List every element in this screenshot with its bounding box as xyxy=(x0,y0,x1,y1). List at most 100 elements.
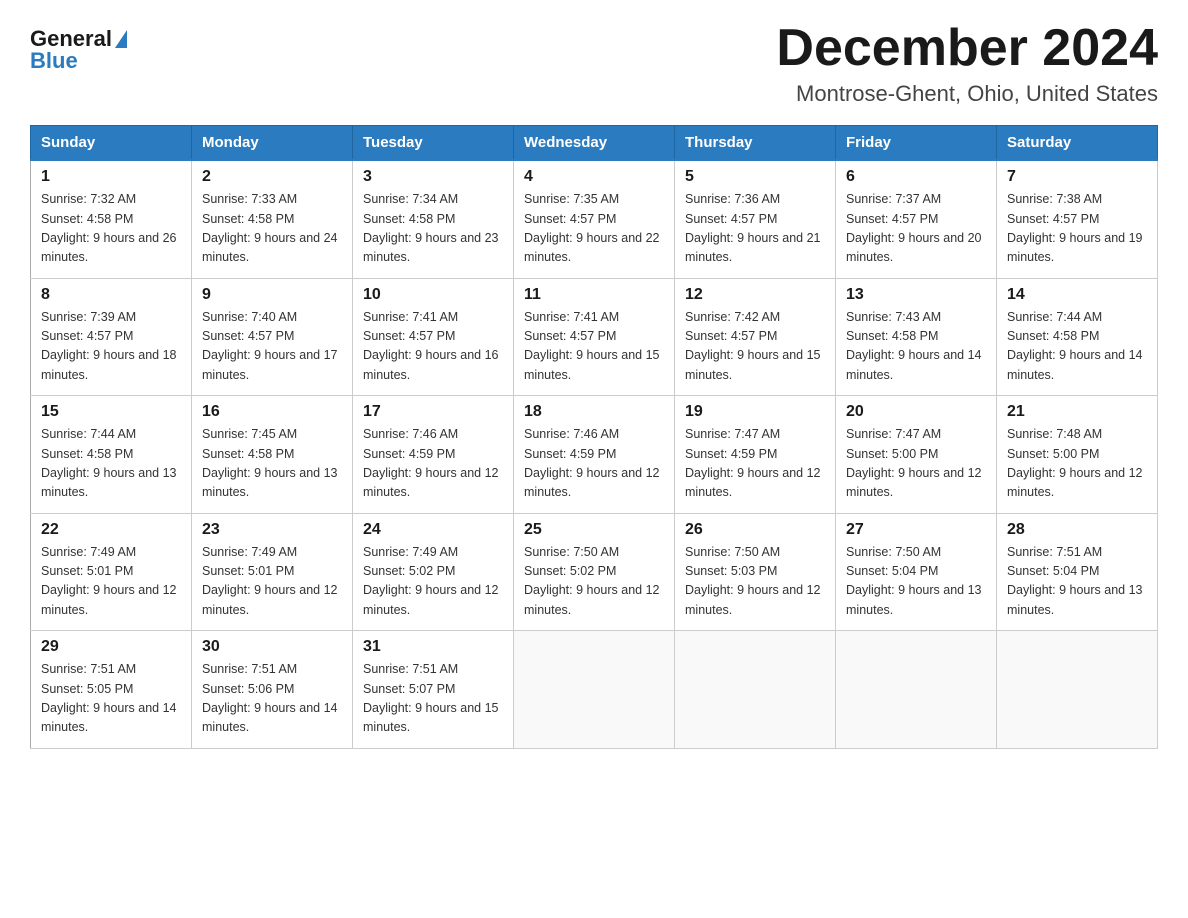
day-number: 29 xyxy=(41,638,181,656)
day-number: 30 xyxy=(202,638,342,656)
calendar-day-cell: 10 Sunrise: 7:41 AMSunset: 4:57 PMDayligh… xyxy=(353,278,514,396)
logo-triangle-icon xyxy=(115,30,127,48)
header-friday: Friday xyxy=(836,126,997,161)
logo-blue-text: Blue xyxy=(30,50,78,72)
calendar-day-cell: 22 Sunrise: 7:49 AMSunset: 5:01 PMDayligh… xyxy=(31,513,192,631)
calendar-day-cell: 6Sunrise: 7:37 AMSunset: 4:57 PMDaylight… xyxy=(836,160,997,278)
day-number: 17 xyxy=(363,403,503,421)
calendar-day-cell: 4Sunrise: 7:35 AMSunset: 4:57 PMDaylight… xyxy=(514,160,675,278)
day-number: 3 xyxy=(363,168,503,186)
calendar-day-cell: 14 Sunrise: 7:44 AMSunset: 4:58 PMDayligh… xyxy=(997,278,1158,396)
calendar-day-cell: 27 Sunrise: 7:50 AMSunset: 5:04 PMDayligh… xyxy=(836,513,997,631)
day-number: 28 xyxy=(1007,521,1147,539)
day-number: 27 xyxy=(846,521,986,539)
calendar-day-cell: 28Sunrise: 7:51 AMSunset: 5:04 PMDayligh… xyxy=(997,513,1158,631)
calendar-day-cell: 8Sunrise: 7:39 AMSunset: 4:57 PMDaylight… xyxy=(31,278,192,396)
day-number: 16 xyxy=(202,403,342,421)
day-number: 15 xyxy=(41,403,181,421)
calendar-day-cell xyxy=(514,631,675,749)
day-number: 31 xyxy=(363,638,503,656)
header-saturday: Saturday xyxy=(997,126,1158,161)
day-number: 18 xyxy=(524,403,664,421)
calendar-day-cell: 17 Sunrise: 7:46 AMSunset: 4:59 PMDayligh… xyxy=(353,396,514,514)
title-block: December 2024 Montrose-Ghent, Ohio, Unit… xyxy=(776,20,1158,107)
calendar-day-cell: 19Sunrise: 7:47 AMSunset: 4:59 PMDayligh… xyxy=(675,396,836,514)
calendar-day-cell: 18 Sunrise: 7:46 AMSunset: 4:59 PMDayligh… xyxy=(514,396,675,514)
calendar-table: Sunday Monday Tuesday Wednesday Thursday… xyxy=(30,125,1158,749)
day-number: 14 xyxy=(1007,286,1147,304)
header-monday: Monday xyxy=(192,126,353,161)
day-number: 4 xyxy=(524,168,664,186)
day-number: 22 xyxy=(41,521,181,539)
day-info: Sunrise: 7:44 AMSunset: 4:58 PMDaylight:… xyxy=(41,425,181,503)
page-title: December 2024 xyxy=(776,20,1158,77)
calendar-day-cell xyxy=(836,631,997,749)
day-info: Sunrise: 7:40 AMSunset: 4:57 PMDaylight:… xyxy=(202,308,342,386)
calendar-day-cell: 31 Sunrise: 7:51 AMSunset: 5:07 PMDayligh… xyxy=(353,631,514,749)
day-number: 11 xyxy=(524,286,664,304)
day-info: Sunrise: 7:47 AMSunset: 5:00 PMDaylight:… xyxy=(846,425,986,503)
weekday-header-row: Sunday Monday Tuesday Wednesday Thursday… xyxy=(31,126,1158,161)
day-number: 10 xyxy=(363,286,503,304)
day-info: Sunrise: 7:34 AMSunset: 4:58 PMDaylight:… xyxy=(363,190,503,268)
day-number: 23 xyxy=(202,521,342,539)
day-info: Sunrise: 7:46 AMSunset: 4:59 PMDaylight:… xyxy=(524,425,664,503)
day-number: 13 xyxy=(846,286,986,304)
day-info: Sunrise: 7:41 AMSunset: 4:57 PMDaylight:… xyxy=(363,308,503,386)
calendar-day-cell: 21Sunrise: 7:48 AMSunset: 5:00 PMDayligh… xyxy=(997,396,1158,514)
calendar-day-cell: 1 Sunrise: 7:32 AMSunset: 4:58 PMDaylight… xyxy=(31,160,192,278)
calendar-day-cell: 29 Sunrise: 7:51 AMSunset: 5:05 PMDayligh… xyxy=(31,631,192,749)
day-info: Sunrise: 7:51 AMSunset: 5:07 PMDaylight:… xyxy=(363,660,503,738)
calendar-day-cell: 24Sunrise: 7:49 AMSunset: 5:02 PMDayligh… xyxy=(353,513,514,631)
calendar-header: Sunday Monday Tuesday Wednesday Thursday… xyxy=(31,126,1158,161)
calendar-day-cell: 26 Sunrise: 7:50 AMSunset: 5:03 PMDayligh… xyxy=(675,513,836,631)
calendar-day-cell: 30 Sunrise: 7:51 AMSunset: 5:06 PMDayligh… xyxy=(192,631,353,749)
day-number: 1 xyxy=(41,168,181,186)
calendar-day-cell: 23Sunrise: 7:49 AMSunset: 5:01 PMDayligh… xyxy=(192,513,353,631)
day-number: 21 xyxy=(1007,403,1147,421)
day-info: Sunrise: 7:46 AMSunset: 4:59 PMDaylight:… xyxy=(363,425,503,503)
page-header: General Blue December 2024 Montrose-Ghen… xyxy=(30,20,1158,107)
day-number: 9 xyxy=(202,286,342,304)
day-info: Sunrise: 7:43 AMSunset: 4:58 PMDaylight:… xyxy=(846,308,986,386)
logo: General Blue xyxy=(30,20,127,72)
page-subtitle: Montrose-Ghent, Ohio, United States xyxy=(776,81,1158,107)
calendar-week-row: 8Sunrise: 7:39 AMSunset: 4:57 PMDaylight… xyxy=(31,278,1158,396)
day-info: Sunrise: 7:38 AMSunset: 4:57 PMDaylight:… xyxy=(1007,190,1147,268)
day-number: 7 xyxy=(1007,168,1147,186)
calendar-day-cell: 12Sunrise: 7:42 AMSunset: 4:57 PMDayligh… xyxy=(675,278,836,396)
calendar-day-cell: 13 Sunrise: 7:43 AMSunset: 4:58 PMDayligh… xyxy=(836,278,997,396)
calendar-day-cell xyxy=(675,631,836,749)
calendar-day-cell xyxy=(997,631,1158,749)
day-number: 20 xyxy=(846,403,986,421)
logo-general-text: General xyxy=(30,28,112,50)
day-info: Sunrise: 7:51 AMSunset: 5:05 PMDaylight:… xyxy=(41,660,181,738)
calendar-day-cell: 2 Sunrise: 7:33 AMSunset: 4:58 PMDaylight… xyxy=(192,160,353,278)
day-info: Sunrise: 7:32 AMSunset: 4:58 PMDaylight:… xyxy=(41,190,181,268)
calendar-day-cell: 7 Sunrise: 7:38 AMSunset: 4:57 PMDaylight… xyxy=(997,160,1158,278)
day-info: Sunrise: 7:49 AMSunset: 5:01 PMDaylight:… xyxy=(41,543,181,621)
day-info: Sunrise: 7:50 AMSunset: 5:04 PMDaylight:… xyxy=(846,543,986,621)
calendar-week-row: 29 Sunrise: 7:51 AMSunset: 5:05 PMDayligh… xyxy=(31,631,1158,749)
day-info: Sunrise: 7:39 AMSunset: 4:57 PMDaylight:… xyxy=(41,308,181,386)
header-wednesday: Wednesday xyxy=(514,126,675,161)
day-info: Sunrise: 7:41 AMSunset: 4:57 PMDaylight:… xyxy=(524,308,664,386)
calendar-day-cell: 9 Sunrise: 7:40 AMSunset: 4:57 PMDaylight… xyxy=(192,278,353,396)
day-info: Sunrise: 7:33 AMSunset: 4:58 PMDaylight:… xyxy=(202,190,342,268)
day-number: 2 xyxy=(202,168,342,186)
calendar-day-cell: 11 Sunrise: 7:41 AMSunset: 4:57 PMDayligh… xyxy=(514,278,675,396)
calendar-week-row: 22 Sunrise: 7:49 AMSunset: 5:01 PMDayligh… xyxy=(31,513,1158,631)
day-info: Sunrise: 7:44 AMSunset: 4:58 PMDaylight:… xyxy=(1007,308,1147,386)
calendar-week-row: 1 Sunrise: 7:32 AMSunset: 4:58 PMDaylight… xyxy=(31,160,1158,278)
calendar-day-cell: 5Sunrise: 7:36 AMSunset: 4:57 PMDaylight… xyxy=(675,160,836,278)
day-info: Sunrise: 7:42 AMSunset: 4:57 PMDaylight:… xyxy=(685,308,825,386)
day-info: Sunrise: 7:45 AMSunset: 4:58 PMDaylight:… xyxy=(202,425,342,503)
day-number: 24 xyxy=(363,521,503,539)
calendar-day-cell: 15 Sunrise: 7:44 AMSunset: 4:58 PMDayligh… xyxy=(31,396,192,514)
day-number: 26 xyxy=(685,521,825,539)
day-info: Sunrise: 7:50 AMSunset: 5:03 PMDaylight:… xyxy=(685,543,825,621)
header-thursday: Thursday xyxy=(675,126,836,161)
day-info: Sunrise: 7:51 AMSunset: 5:06 PMDaylight:… xyxy=(202,660,342,738)
calendar-day-cell: 16 Sunrise: 7:45 AMSunset: 4:58 PMDayligh… xyxy=(192,396,353,514)
day-number: 19 xyxy=(685,403,825,421)
